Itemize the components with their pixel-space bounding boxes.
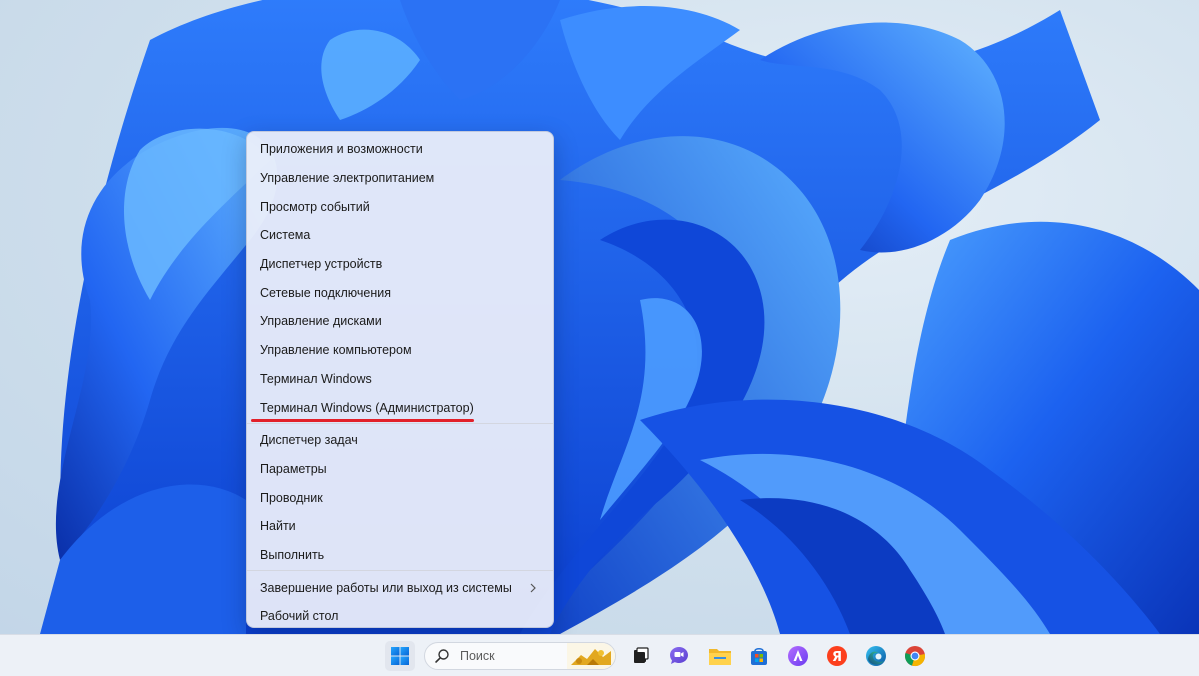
alice-assistant-icon	[788, 646, 808, 666]
menu-item-power-options[interactable]: Управление электропитанием	[251, 164, 549, 193]
task-view-icon	[634, 647, 649, 663]
chrome-browser-icon	[905, 646, 926, 667]
menu-item-computer-management[interactable]: Управление компьютером	[251, 336, 549, 365]
chrome-browser-button[interactable]	[900, 641, 930, 671]
menu-item-label: Найти	[260, 519, 296, 534]
menu-item-network-connections[interactable]: Сетевые подключения	[251, 278, 549, 307]
menu-item-windows-terminal[interactable]: Терминал Windows	[251, 365, 549, 394]
menu-item-event-viewer[interactable]: Просмотр событий	[251, 192, 549, 221]
menu-item-label: Завершение работы или выход из системы	[260, 580, 512, 595]
menu-item-label: Приложения и возможности	[260, 142, 423, 157]
menu-item-apps-features[interactable]: Приложения и возможности	[251, 135, 549, 164]
menu-item-label: Параметры	[260, 461, 327, 476]
menu-item-label: Сетевые подключения	[260, 285, 392, 300]
edge-browser-button[interactable]	[861, 641, 891, 671]
menu-item-search[interactable]: Найти	[251, 512, 549, 541]
taskbar: Поиск Я	[0, 634, 1199, 676]
menu-item-desktop[interactable]: Рабочий стол	[251, 602, 549, 631]
menu-item-label: Просмотр событий	[260, 199, 370, 214]
search-highlight-doodle-icon	[567, 643, 615, 669]
teams-chat-button[interactable]	[664, 641, 694, 671]
menu-item-device-manager[interactable]: Диспетчер устройств	[251, 250, 549, 279]
menu-item-label: Проводник	[260, 490, 323, 505]
microsoft-store-button[interactable]	[744, 641, 774, 671]
highlight-underline	[251, 419, 474, 422]
file-explorer-icon	[709, 649, 731, 665]
search-placeholder: Поиск	[460, 649, 495, 663]
menu-item-label: Управление компьютером	[260, 343, 412, 358]
teams-chat-icon	[670, 647, 688, 664]
edge-browser-icon	[866, 646, 886, 666]
taskbar-search-box[interactable]: Поиск	[424, 642, 616, 670]
file-explorer-button[interactable]	[705, 641, 735, 671]
search-icon	[435, 649, 449, 663]
menu-item-system[interactable]: Система	[251, 221, 549, 250]
menu-item-label: Управление дисками	[260, 314, 382, 329]
menu-item-label: Система	[260, 228, 311, 243]
menu-item-label: Выполнить	[260, 547, 325, 562]
menu-item-run[interactable]: Выполнить	[251, 541, 549, 570]
menu-item-label: Рабочий стол	[260, 609, 339, 624]
task-view-button[interactable]	[626, 641, 656, 671]
yandex-letter: Я	[832, 650, 842, 665]
menu-item-label: Диспетчер задач	[260, 433, 358, 448]
menu-item-task-manager[interactable]: Диспетчер задач	[251, 426, 549, 455]
menu-item-windows-terminal-admin[interactable]: Терминал Windows (Администратор)	[251, 393, 549, 422]
desktop-wallpaper	[0, 0, 1199, 634]
menu-item-label: Терминал Windows	[260, 371, 372, 386]
yandex-browser-icon: Я	[827, 646, 847, 666]
microsoft-store-icon	[751, 647, 767, 665]
menu-item-label: Диспетчер устройств	[260, 257, 383, 272]
winx-context-menu: Приложения и возможности Управление элек…	[246, 131, 554, 628]
chevron-right-icon	[530, 583, 536, 593]
menu-item-disk-management[interactable]: Управление дисками	[251, 307, 549, 336]
yandex-browser-button[interactable]: Я	[822, 641, 852, 671]
windows-start-icon	[391, 647, 409, 665]
menu-separator	[247, 570, 553, 572]
menu-item-label: Терминал Windows (Администратор)	[260, 400, 474, 415]
wallpaper-bloom-image	[40, 0, 1199, 634]
menu-item-file-explorer[interactable]: Проводник	[251, 483, 549, 512]
menu-item-shutdown-signout[interactable]: Завершение работы или выход из системы	[251, 573, 549, 602]
menu-item-label: Управление электропитанием	[260, 171, 435, 186]
menu-separator	[247, 422, 553, 424]
start-button[interactable]	[385, 641, 415, 671]
alice-assistant-button[interactable]	[783, 641, 813, 671]
menu-item-settings[interactable]: Параметры	[251, 455, 549, 484]
